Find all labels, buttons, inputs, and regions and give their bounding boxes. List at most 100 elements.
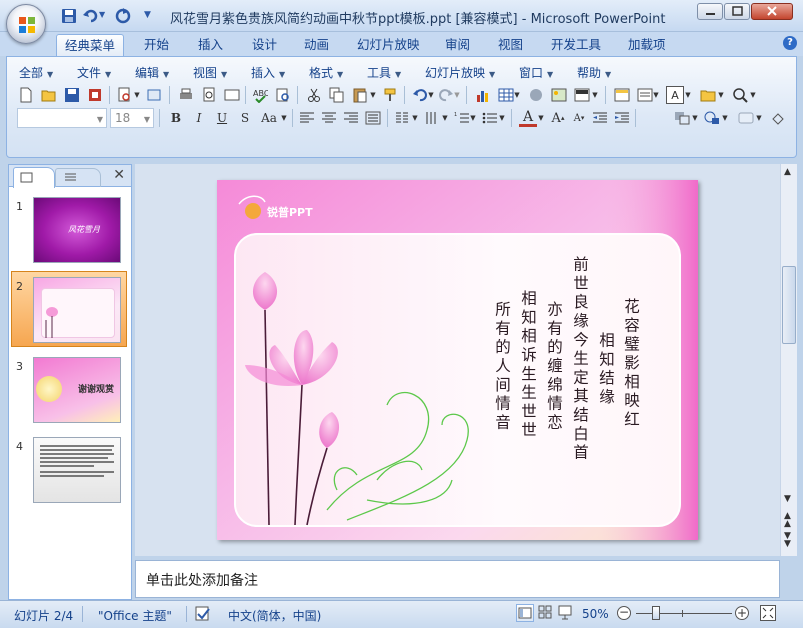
- tab-addins[interactable]: 加载项: [620, 34, 674, 56]
- shrink-font-icon[interactable]: A ▾: [570, 109, 588, 127]
- tab-insert[interactable]: 插入: [190, 34, 231, 56]
- new-slide-icon[interactable]: [613, 86, 631, 104]
- tab-classic-menu[interactable]: 经典菜单: [56, 34, 125, 56]
- chevron-down-icon[interactable]: ▼: [717, 86, 725, 104]
- fit-to-window-icon[interactable]: [760, 605, 776, 621]
- slide-thumbnail-4[interactable]: [33, 437, 121, 503]
- menu-format[interactable]: 格式 ▼: [309, 64, 343, 81]
- change-case-button[interactable]: Aa: [257, 109, 281, 127]
- research-icon[interactable]: [274, 86, 292, 104]
- copy-icon[interactable]: [328, 86, 346, 104]
- tab-developer[interactable]: 开发工具: [543, 34, 609, 56]
- menu-view[interactable]: 视图 ▼: [193, 64, 227, 81]
- help-icon[interactable]: ?: [783, 36, 797, 50]
- slide-thumbnail-1[interactable]: 风花雪月: [33, 197, 121, 263]
- chevron-down-icon[interactable]: ▼: [755, 109, 763, 127]
- previous-slide-icon[interactable]: ▲ ▲: [784, 512, 791, 529]
- tab-review[interactable]: 审阅: [437, 34, 478, 56]
- zoom-out-icon[interactable]: −: [617, 606, 631, 620]
- chevron-down-icon[interactable]: ▼: [652, 86, 660, 104]
- save-icon[interactable]: [63, 86, 81, 104]
- scroll-down-icon[interactable]: ▼: [784, 494, 791, 504]
- tab-slides[interactable]: [13, 167, 55, 188]
- increase-indent-icon[interactable]: [613, 109, 631, 127]
- picture-icon[interactable]: [550, 86, 568, 104]
- new-icon[interactable]: [17, 86, 35, 104]
- restore-button[interactable]: [724, 3, 750, 20]
- tab-view[interactable]: 视图: [490, 34, 531, 56]
- paste-icon[interactable]: [351, 86, 369, 104]
- chevron-down-icon[interactable]: ▼: [369, 86, 377, 104]
- menu-slideshow[interactable]: 幻灯片放映 ▼: [425, 64, 495, 81]
- align-right-icon[interactable]: [342, 109, 360, 127]
- tab-home[interactable]: 开始: [136, 34, 177, 56]
- slide-layout-icon[interactable]: [573, 86, 591, 104]
- chevron-down-icon[interactable]: ▼: [427, 86, 435, 104]
- chevron-down-icon[interactable]: ▼: [280, 109, 288, 127]
- scroll-up-icon[interactable]: ▲: [784, 167, 791, 177]
- close-button[interactable]: [751, 3, 793, 20]
- vertical-scrollbar[interactable]: ▲ ▼ ▲ ▲ ▼ ▼: [780, 164, 797, 556]
- grow-font-icon[interactable]: A ▴: [549, 109, 567, 127]
- chevron-down-icon[interactable]: ▼: [453, 86, 461, 104]
- chevron-down-icon[interactable]: ▼: [441, 109, 449, 127]
- chevron-down-icon[interactable]: ▼: [469, 109, 477, 127]
- arrange-icon[interactable]: [673, 109, 691, 127]
- slides-view-icon[interactable]: [223, 86, 241, 104]
- shape-fill-icon[interactable]: [769, 109, 787, 127]
- next-slide-icon[interactable]: ▼ ▼: [784, 532, 791, 549]
- shapes-icon[interactable]: [703, 109, 721, 127]
- menu-file[interactable]: 文件 ▼: [77, 64, 111, 81]
- redo-icon[interactable]: [114, 7, 132, 25]
- customize-qat-icon[interactable]: ▼: [144, 10, 156, 28]
- font-name-combo[interactable]: ▼: [17, 108, 107, 128]
- slide-sorter-icon[interactable]: [537, 604, 555, 622]
- chevron-down-icon[interactable]: ▼: [513, 86, 521, 104]
- chevron-down-icon[interactable]: ▼: [133, 86, 141, 104]
- office-button[interactable]: [6, 4, 46, 44]
- publish-icon[interactable]: [145, 86, 163, 104]
- menu-window[interactable]: 窗口 ▼: [519, 64, 553, 81]
- notes-pane[interactable]: 单击此处添加备注: [135, 560, 780, 598]
- normal-view-icon[interactable]: [516, 604, 534, 622]
- language[interactable]: 中文(简体，中国): [228, 607, 321, 624]
- tab-animation[interactable]: 动画: [296, 34, 337, 56]
- open-icon[interactable]: [40, 86, 58, 104]
- font-color-icon[interactable]: A: [519, 109, 537, 127]
- tab-outline[interactable]: [55, 168, 101, 187]
- undo-dropdown-icon[interactable]: ▼: [99, 10, 109, 28]
- clipart-icon[interactable]: [527, 86, 545, 104]
- chevron-down-icon[interactable]: ▼: [684, 86, 692, 104]
- text-direction-icon[interactable]: [423, 109, 441, 127]
- tab-design[interactable]: 设计: [244, 34, 285, 56]
- menu-all[interactable]: 全部 ▼: [19, 64, 53, 81]
- bold-button[interactable]: B: [167, 109, 185, 127]
- close-icon[interactable]: ✕: [113, 167, 125, 183]
- menu-insert[interactable]: 插入 ▼: [251, 64, 285, 81]
- spell-check-icon[interactable]: [194, 606, 212, 625]
- undo-icon[interactable]: [82, 7, 100, 25]
- font-size-combo[interactable]: 18 ▼: [110, 108, 154, 128]
- slideshow-view-icon[interactable]: [557, 604, 575, 622]
- save-icon[interactable]: [60, 7, 78, 25]
- chevron-down-icon[interactable]: ▼: [691, 109, 699, 127]
- tab-slideshow[interactable]: 幻灯片放映: [349, 34, 428, 56]
- align-center-icon[interactable]: [320, 109, 338, 127]
- underline-button[interactable]: U: [213, 109, 231, 127]
- minimize-button[interactable]: [697, 3, 723, 20]
- bullets-icon[interactable]: [481, 109, 499, 127]
- zoom-slider-track[interactable]: [636, 613, 732, 614]
- justify-icon[interactable]: [364, 109, 382, 127]
- columns-icon[interactable]: [393, 109, 411, 127]
- zoom-slider-thumb[interactable]: [652, 606, 660, 620]
- textbox-icon[interactable]: A: [666, 86, 684, 104]
- scroll-thumb[interactable]: [782, 266, 796, 344]
- chevron-down-icon[interactable]: ▼: [749, 86, 757, 104]
- print-icon[interactable]: [177, 86, 195, 104]
- menu-help[interactable]: 帮助 ▼: [577, 64, 611, 81]
- format-painter-icon[interactable]: [381, 86, 399, 104]
- zoom-in-icon[interactable]: +: [735, 606, 749, 620]
- decrease-indent-icon[interactable]: [591, 109, 609, 127]
- preview-icon[interactable]: [200, 86, 218, 104]
- permission-icon[interactable]: [86, 86, 104, 104]
